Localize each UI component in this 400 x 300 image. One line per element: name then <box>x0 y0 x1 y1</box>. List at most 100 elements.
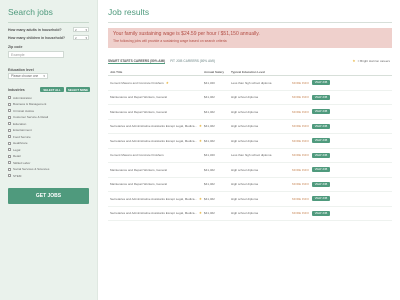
education-select[interactable]: Please choose one ▾ <box>8 73 48 79</box>
divider <box>8 22 89 23</box>
salary: $41,462 <box>204 138 215 143</box>
industry-checkbox-stem[interactable]: STEM <box>8 173 21 178</box>
legend: ★ = Bright Horizon careers <box>352 59 390 63</box>
checkbox[interactable] <box>8 154 11 158</box>
education: High school diploma <box>231 196 259 201</box>
table-row: Cement Masons and Concrete Finishers ★ $41… <box>108 76 392 91</box>
job-title: Cement Masons and Concrete Finishers <box>110 80 164 85</box>
salary: $41,462 <box>204 211 215 216</box>
industry-checkbox-customer-service[interactable]: Customer Service & Retail <box>8 115 48 120</box>
education: Less than high school diploma <box>231 153 272 158</box>
industry-checkbox-healthcare[interactable]: Healthcare <box>8 141 28 146</box>
job-title-cell: Maintenance and Repair Workers, General <box>108 95 204 99</box>
table-row: Maintenance and Repair Workers, General $… <box>108 178 392 192</box>
view-job-button[interactable]: VIEW JOB <box>312 109 330 115</box>
industry-checkbox-entertainment[interactable]: Entertainment <box>8 128 32 133</box>
industry-label: Education <box>13 121 27 126</box>
select-none-button[interactable]: SELECT NONE <box>66 87 90 92</box>
industry-checkbox-criminal-justice[interactable]: Criminal Justice <box>8 108 34 113</box>
sidebar: Search jobs How many adults in household… <box>0 0 98 300</box>
checkbox[interactable] <box>8 174 11 177</box>
star-icon: ★ <box>198 196 203 201</box>
checkbox[interactable] <box>8 161 11 164</box>
job-title-cell: Cement Masons and Concrete Finishers <box>108 153 204 157</box>
view-job-cell: VIEW JOB <box>312 167 331 173</box>
view-job-button[interactable]: VIEW JOB <box>312 210 330 216</box>
job-title: Maintenance and Repair Workers, General <box>110 95 167 100</box>
more-info-link[interactable]: MORE INFO <box>292 197 312 201</box>
more-info-link[interactable]: MORE INFO <box>292 153 312 157</box>
view-job-button[interactable]: VIEW JOB <box>312 138 330 144</box>
more-info-link[interactable]: MORE INFO <box>292 110 312 114</box>
industry-label: Administration <box>13 95 33 100</box>
checkbox[interactable] <box>8 109 11 112</box>
industries-label: Industries <box>8 88 25 92</box>
sidebar-title: Search jobs <box>8 7 53 17</box>
legend-text: = Bright Horizon careers <box>357 59 390 63</box>
zip-input[interactable]: Example <box>8 51 64 58</box>
checkbox[interactable] <box>8 96 11 99</box>
industry-checkbox-social-services[interactable]: Social Services & Sciences <box>8 167 49 172</box>
checkbox[interactable] <box>8 102 11 106</box>
checkbox[interactable] <box>8 141 11 145</box>
chevron-down-icon: ▾ <box>85 27 87 32</box>
adults-select[interactable]: 2 ▾ <box>73 27 89 32</box>
children-select[interactable]: 2 ▾ <box>73 35 89 40</box>
view-job-button[interactable]: VIEW JOB <box>312 94 330 100</box>
education: High school diploma <box>231 95 259 100</box>
more-info-link[interactable]: MORE INFO <box>292 81 312 85</box>
get-jobs-button[interactable]: GET JOBS <box>8 188 89 204</box>
more-info-link[interactable]: MORE INFO <box>292 139 312 143</box>
more-info-link[interactable]: MORE INFO <box>292 95 312 99</box>
more-info-link[interactable]: MORE INFO <box>292 168 312 172</box>
job-title-cell: Maintenance and Repair Workers, General <box>108 110 204 114</box>
star-icon: ★ <box>165 80 169 85</box>
industry-checkbox-business[interactable]: Business & Management <box>8 102 46 107</box>
checkbox[interactable] <box>8 167 11 171</box>
industry-checkbox-education[interactable]: Education <box>8 121 26 126</box>
more-info-link[interactable]: MORE INFO <box>292 124 312 128</box>
industry-label: Business & Management <box>13 102 47 106</box>
job-title: Maintenance and Repair Workers, General <box>110 109 167 114</box>
job-title: Maintenance and Repair Workers, General <box>110 182 167 187</box>
view-job-button[interactable]: VIEW JOB <box>312 80 330 86</box>
checkbox[interactable] <box>8 128 11 132</box>
view-job-button[interactable]: VIEW JOB <box>312 181 330 187</box>
job-title-cell: Secretaries and Administrative Assistant… <box>108 124 204 128</box>
industry-label: STEM <box>13 173 22 178</box>
education: Less than high school diploma <box>231 80 272 85</box>
select-all-button[interactable]: SELECT ALL <box>40 87 64 92</box>
view-job-button[interactable]: VIEW JOB <box>312 196 330 202</box>
table-row: Maintenance and Repair Workers, General $… <box>108 91 392 105</box>
industry-label: Skilled Labor <box>13 160 31 165</box>
more-info-link[interactable]: MORE INFO <box>292 211 312 215</box>
table-row: Secretaries and Administrative Assistant… <box>108 192 392 207</box>
industry-checkbox-food-service[interactable]: Food Service <box>8 134 31 139</box>
header-education: Typical Education Level <box>231 70 265 74</box>
tab-fit-job[interactable]: FIT JOB CAREERS (80% AMI) <box>170 59 215 64</box>
view-job-button[interactable]: VIEW JOB <box>312 167 330 173</box>
table-row: Maintenance and Repair Workers, General $… <box>108 105 392 120</box>
industry-checkbox-administration[interactable]: Administration <box>8 95 32 100</box>
education-label: Education level <box>8 68 34 72</box>
checkbox[interactable] <box>8 122 11 125</box>
industry-label: Legal <box>13 147 21 152</box>
salary: $41,462 <box>204 182 215 187</box>
view-job-button[interactable]: VIEW JOB <box>312 123 330 129</box>
checkbox[interactable] <box>8 115 11 119</box>
more-info-link[interactable]: MORE INFO <box>292 182 312 186</box>
job-title-cell: Maintenance and Repair Workers, General <box>108 168 204 172</box>
industry-checkbox-skilled-labor[interactable]: Skilled Labor <box>8 160 30 165</box>
checkbox[interactable] <box>8 135 11 138</box>
checkbox[interactable] <box>8 148 11 151</box>
table-row: Cement Masons and Concrete Finishers $41,… <box>108 149 392 163</box>
tab-smart-starts[interactable]: SMART STARTS CAREERS (50% AMI) <box>108 59 166 64</box>
education-value: Please choose one <box>11 74 39 78</box>
industry-checkbox-legal[interactable]: Legal <box>8 147 20 152</box>
view-job-button[interactable]: VIEW JOB <box>312 152 330 158</box>
star-icon: ★ <box>198 138 203 143</box>
header-job-title: Job Title <box>110 70 123 74</box>
industry-checkbox-retail[interactable]: Retail <box>8 154 21 159</box>
job-title: Secretaries and Administrative Assistant… <box>110 138 197 143</box>
education: High school diploma <box>231 124 259 129</box>
